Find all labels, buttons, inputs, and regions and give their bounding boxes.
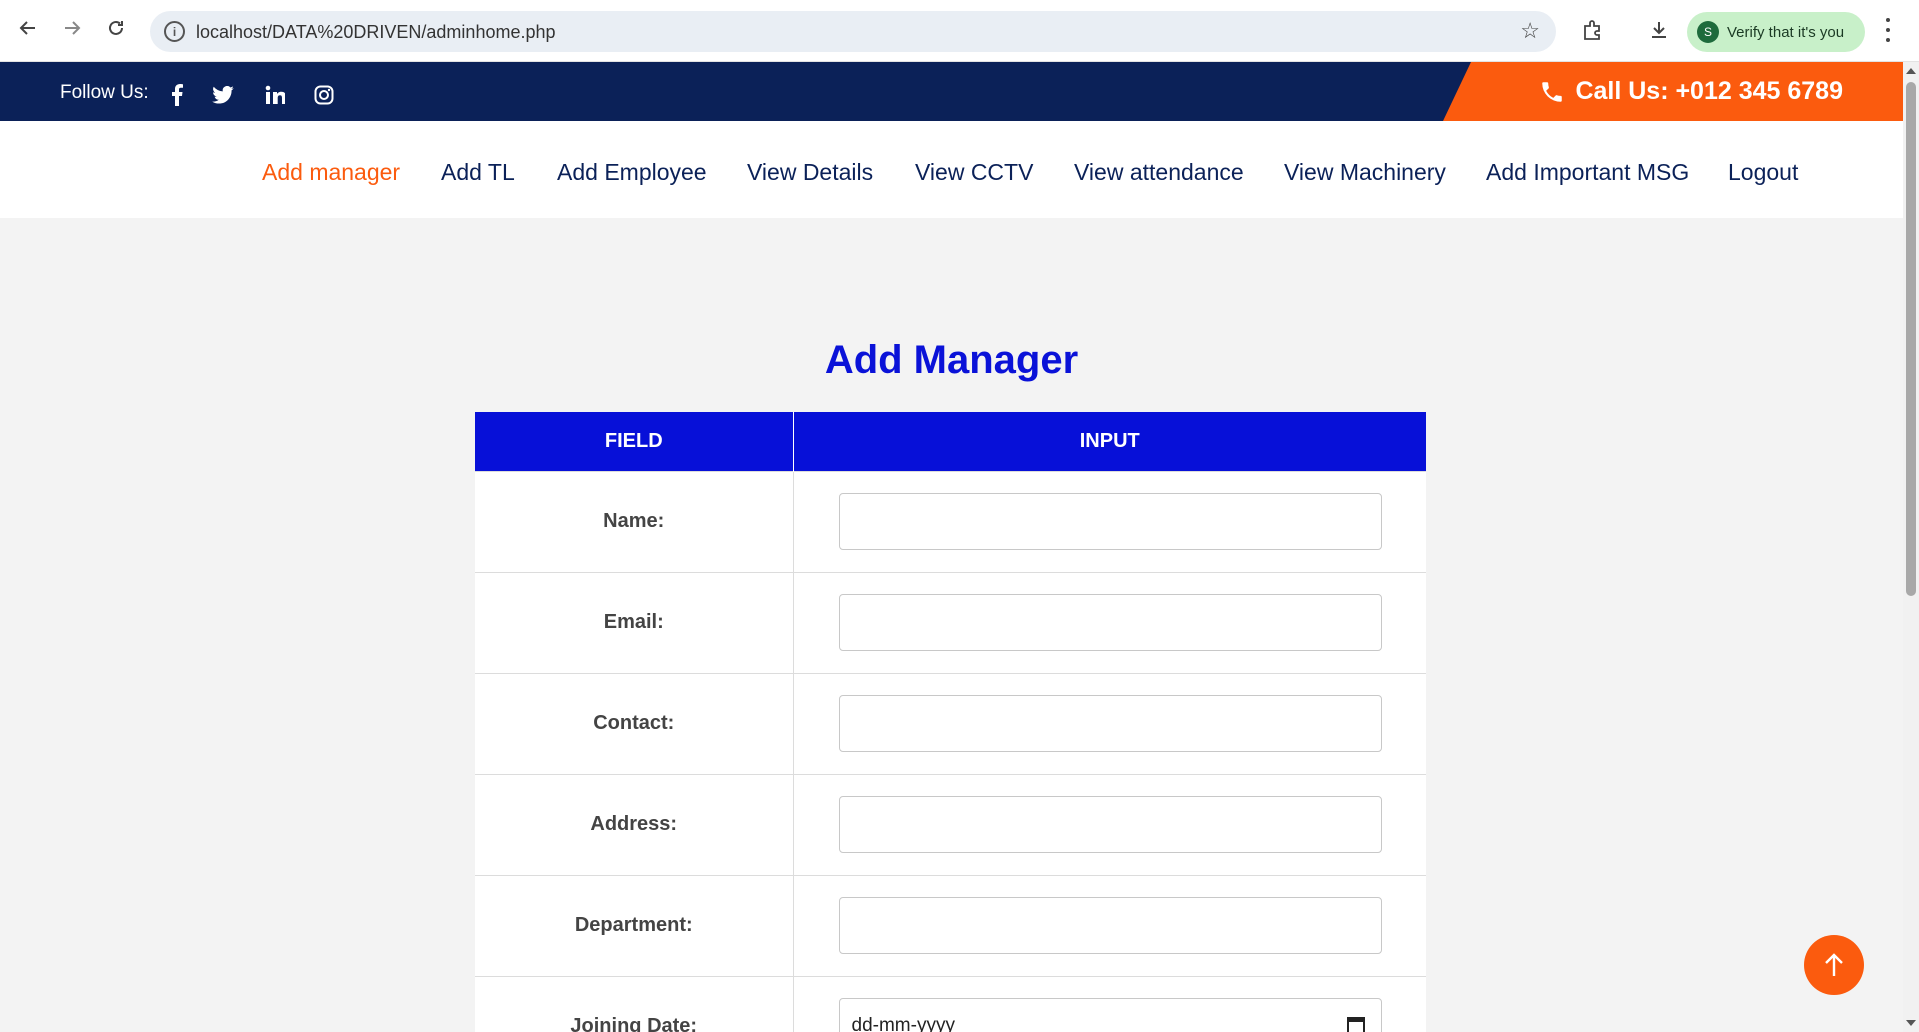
bookmark-star-icon[interactable]: ☆ — [1520, 18, 1540, 44]
page-scrollbar[interactable] — [1903, 62, 1919, 1032]
nav-item-add-employee[interactable]: Add Employee — [557, 159, 707, 186]
scroll-to-top-button[interactable] — [1804, 935, 1864, 995]
url-text: localhost/DATA%20DRIVEN/adminhome.php — [196, 22, 556, 42]
name-label: Name: — [475, 470, 794, 572]
table-row: Contact: — [475, 672, 1426, 774]
nav-item-logout[interactable]: Logout — [1728, 159, 1798, 186]
nav-item-view-cctv[interactable]: View CCTV — [915, 159, 1033, 186]
call-us-text: Call Us: +012 345 6789 — [1575, 77, 1843, 105]
table-row: Name: — [475, 470, 1426, 572]
site-info-icon[interactable]: i — [164, 21, 185, 42]
verify-profile-button[interactable]: S Verify that it's you — [1687, 12, 1865, 52]
scrollbar-thumb[interactable] — [1906, 82, 1916, 596]
joining-date-field[interactable]: dd-mm-yyyy — [838, 998, 1382, 1032]
main-nav: Add manager Add TL Add Employee View Det… — [0, 121, 1903, 218]
phone-icon — [1542, 81, 1563, 102]
instagram-icon[interactable] — [313, 84, 335, 106]
joining-date-label: Joining Date: — [475, 975, 794, 1032]
follow-us-label: Follow Us: — [60, 82, 149, 103]
address-bar[interactable]: i localhost/DATA%20DRIVEN/adminhome.php … — [150, 11, 1556, 52]
nav-item-view-machinery[interactable]: View Machinery — [1284, 159, 1446, 186]
nav-item-view-attendance[interactable]: View attendance — [1074, 159, 1244, 186]
contact-label: Contact: — [475, 672, 794, 774]
browser-toolbar: i localhost/DATA%20DRIVEN/adminhome.php … — [0, 0, 1919, 62]
nav-item-add-important-msg[interactable]: Add Important MSG — [1486, 159, 1689, 186]
nav-item-view-details[interactable]: View Details — [747, 159, 873, 186]
table-row: Email: — [475, 571, 1426, 673]
top-info-bar: Follow Us: Call Us: +012 345 6789 — [0, 62, 1903, 121]
email-field[interactable] — [838, 594, 1382, 651]
column-header-field: FIELD — [475, 412, 794, 471]
table-row: Joining Date: dd-mm-yyyy — [475, 975, 1426, 1032]
contact-field[interactable] — [838, 695, 1382, 752]
department-field[interactable] — [838, 897, 1382, 954]
page-title: Add Manager — [824, 338, 1079, 382]
name-field[interactable] — [838, 493, 1382, 550]
scroll-up-icon[interactable] — [1906, 68, 1916, 74]
browser-menu-icon[interactable] — [1886, 18, 1892, 42]
twitter-icon[interactable] — [212, 84, 234, 106]
email-label: Email: — [475, 571, 794, 673]
address-label: Address: — [475, 773, 794, 875]
table-row: Address: — [475, 773, 1426, 875]
reload-icon[interactable] — [102, 14, 130, 42]
column-header-input: INPUT — [793, 412, 1426, 471]
address-field[interactable] — [838, 796, 1382, 853]
facebook-icon[interactable] — [166, 84, 188, 106]
linkedin-icon[interactable] — [264, 84, 286, 106]
nav-item-add-tl[interactable]: Add TL — [441, 159, 515, 186]
forward-icon[interactable] — [58, 14, 86, 42]
department-label: Department: — [475, 874, 794, 976]
arrow-up-icon — [1825, 953, 1843, 976]
download-icon[interactable] — [1645, 16, 1673, 44]
nav-item-add-manager[interactable]: Add manager — [262, 159, 400, 186]
call-us-banner: Call Us: +012 345 6789 — [1443, 62, 1903, 121]
extensions-icon[interactable] — [1578, 16, 1606, 44]
calendar-icon[interactable] — [1346, 1017, 1365, 1032]
back-icon[interactable] — [14, 14, 42, 42]
verify-label: Verify that it's you — [1727, 23, 1845, 41]
scroll-down-icon[interactable] — [1906, 1020, 1916, 1026]
avatar: S — [1697, 21, 1719, 43]
add-manager-form-table: FIELD INPUT Name: Email: Contact: Addres… — [475, 412, 1426, 1032]
table-row: Department: — [475, 874, 1426, 976]
